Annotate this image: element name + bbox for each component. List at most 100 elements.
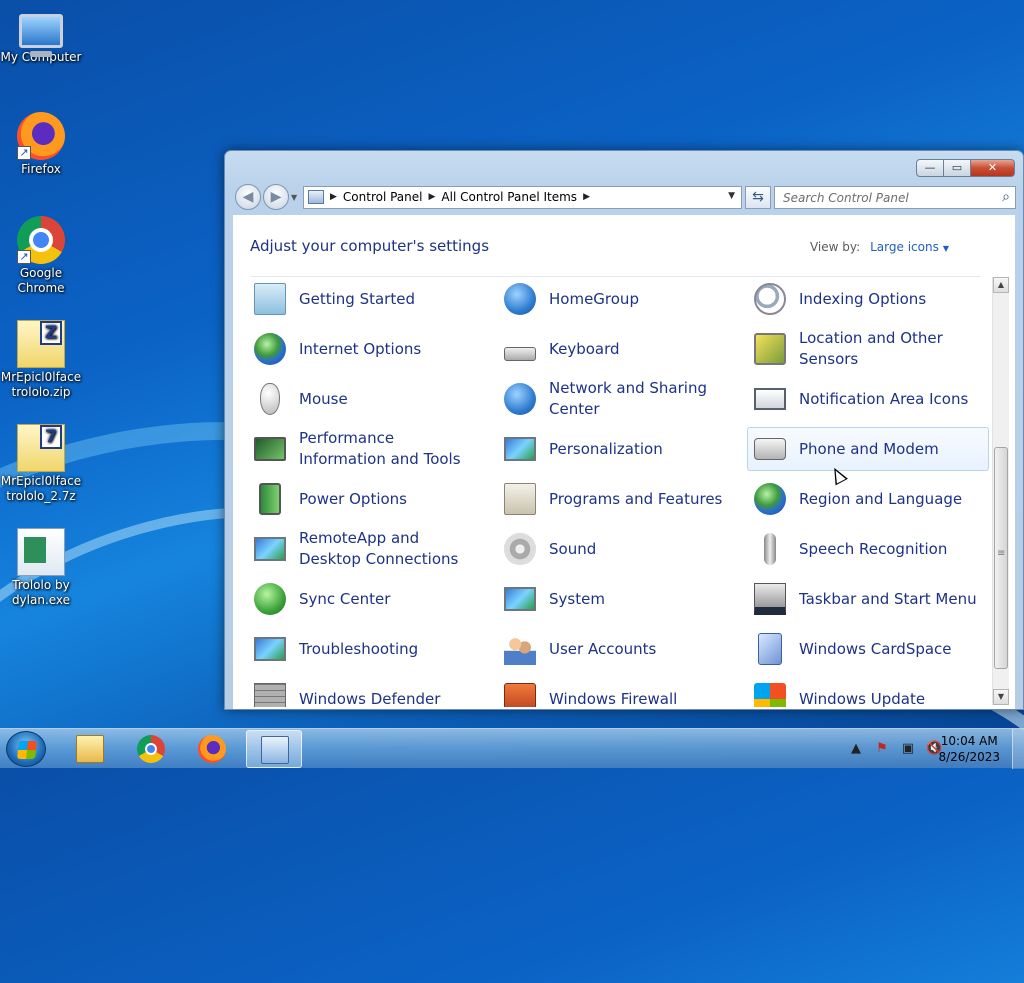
desktop-icon-label: Trololo by dylan.exe — [11, 578, 71, 607]
minimize-button[interactable]: — — [916, 159, 944, 177]
address-bar[interactable]: ▶ Control Panel ▶ All Control Panel Item… — [303, 186, 742, 209]
item-speech-recognition[interactable]: Speech Recognition — [747, 527, 989, 571]
programs-features-icon — [504, 483, 536, 515]
item-keyboard[interactable]: Keyboard — [497, 327, 739, 371]
firefox-icon: ↗ — [17, 112, 65, 160]
item-remoteapp[interactable]: RemoteApp and Desktop Connections — [247, 527, 489, 571]
item-troubleshooting[interactable]: Troubleshooting — [247, 627, 489, 671]
recent-pages-dropdown[interactable]: ▼ — [291, 193, 297, 202]
item-sync-center[interactable]: Sync Center — [247, 577, 489, 621]
item-region-language[interactable]: Region and Language — [747, 477, 989, 521]
item-label: Power Options — [299, 489, 407, 508]
item-user-accounts[interactable]: User Accounts — [497, 627, 739, 671]
item-performance[interactable]: Performance Information and Tools — [247, 427, 489, 471]
phone-modem-icon — [754, 438, 786, 460]
item-personalization[interactable]: Personalization — [497, 427, 739, 471]
item-cardspace[interactable]: Windows CardSpace — [747, 627, 989, 671]
breadcrumb-control-panel[interactable]: Control Panel — [343, 190, 423, 204]
search-box[interactable]: ⌕ — [774, 186, 1016, 209]
network-icon[interactable]: ▣ — [900, 741, 916, 756]
item-label: Getting Started — [299, 289, 415, 308]
desktop-icon-exe[interactable]: Trololo by dylan.exe — [0, 528, 82, 608]
item-label: Personalization — [549, 439, 663, 458]
breadcrumb-chevron-icon[interactable]: ▶ — [583, 192, 590, 202]
personalization-icon — [504, 437, 536, 461]
windows-explorer-icon — [76, 735, 104, 763]
action-center-icon[interactable]: ⚑ — [874, 741, 890, 756]
scroll-down-button[interactable]: ▼ — [993, 689, 1009, 705]
item-windows-firewall[interactable]: Windows Firewall — [497, 677, 739, 707]
shortcut-arrow-icon: ↗ — [17, 146, 31, 160]
item-programs-features[interactable]: Programs and Features — [497, 477, 739, 521]
scroll-up-button[interactable]: ▲ — [993, 277, 1009, 293]
cardspace-icon — [758, 633, 782, 665]
item-taskbar-start-menu[interactable]: Taskbar and Start Menu — [747, 577, 989, 621]
zip-archive-icon: Z — [17, 320, 65, 368]
item-label: User Accounts — [549, 639, 657, 658]
breadcrumb-all-items[interactable]: All Control Panel Items — [441, 190, 577, 204]
item-network-sharing[interactable]: Network and Sharing Center — [497, 377, 739, 421]
item-location-sensors[interactable]: Location and Other Sensors — [747, 327, 989, 371]
performance-icon — [254, 437, 286, 461]
show-desktop-button[interactable] — [1012, 729, 1024, 769]
sound-icon — [504, 533, 536, 565]
taskbar-app-chrome[interactable] — [123, 730, 179, 768]
page-title: Adjust your computer's settings — [250, 237, 490, 255]
view-by-caret-icon[interactable]: ▼ — [943, 244, 949, 253]
show-hidden-icons-icon[interactable]: ▲ — [848, 741, 864, 756]
address-dropdown-icon[interactable]: ▼ — [728, 191, 735, 201]
desktop-icon-zip[interactable]: Z MrEpicl0lface trololo.zip — [0, 320, 82, 400]
item-mouse[interactable]: Mouse — [247, 377, 489, 421]
item-label: HomeGroup — [549, 289, 639, 308]
breadcrumb-chevron-icon[interactable]: ▶ — [429, 192, 436, 202]
desktop-icon-label: Google Chrome — [17, 266, 65, 295]
item-label: Windows Update — [799, 689, 926, 708]
taskbar-app-explorer[interactable] — [62, 730, 118, 768]
item-label: Windows Defender — [299, 689, 441, 708]
refresh-button[interactable]: ⇆ — [745, 186, 771, 209]
breadcrumb: ▶ Control Panel ▶ All Control Panel Item… — [330, 190, 590, 204]
item-internet-options[interactable]: Internet Options — [247, 327, 489, 371]
forward-button[interactable]: ▶ — [263, 184, 289, 210]
item-homegroup[interactable]: HomeGroup — [497, 277, 739, 321]
item-phone-modem[interactable]: Phone and Modem — [747, 427, 989, 471]
clock[interactable]: 10:04 AM 8/26/2023 — [938, 733, 1000, 765]
search-icon[interactable]: ⌕ — [1002, 189, 1010, 205]
back-button[interactable]: ◀ — [235, 184, 261, 210]
indexing-options-icon — [754, 283, 786, 315]
power-options-icon — [259, 483, 281, 515]
start-button[interactable] — [6, 731, 46, 767]
desktop-icon-firefox[interactable]: ↗ Firefox — [0, 112, 82, 177]
close-button[interactable]: ✕ — [971, 159, 1015, 177]
view-by-dropdown[interactable]: Large icons — [870, 240, 939, 254]
taskbar-app-control-panel[interactable] — [246, 730, 302, 768]
item-label: Sound — [549, 539, 597, 558]
chrome-icon: ↗ — [17, 216, 65, 264]
control-panel-window: — ▭ ✕ ◀ ▶ ▼ ▶ Control Panel ▶ All Contro… — [224, 150, 1024, 710]
item-windows-defender[interactable]: Windows Defender — [247, 677, 489, 707]
shortcut-arrow-icon: ↗ — [17, 250, 31, 264]
item-label: Notification Area Icons — [799, 389, 969, 408]
item-power-options[interactable]: Power Options — [247, 477, 489, 521]
system-tray: ▲ ⚑ ▣ 🔇 — [848, 741, 942, 756]
window-controls: — ▭ ✕ — [916, 159, 1015, 177]
taskbar-app-firefox[interactable] — [184, 730, 240, 768]
item-label: Windows CardSpace — [799, 639, 952, 658]
item-getting-started[interactable]: Getting Started — [247, 277, 489, 321]
item-system[interactable]: System — [497, 577, 739, 621]
vertical-scrollbar[interactable]: ▲ ▼ — [992, 277, 1009, 705]
navigation-bar: ◀ ▶ ▼ ▶ Control Panel ▶ All Control Pane… — [233, 184, 1016, 210]
item-notification-area[interactable]: Notification Area Icons — [747, 377, 989, 421]
maximize-button[interactable]: ▭ — [944, 159, 971, 177]
item-sound[interactable]: Sound — [497, 527, 739, 571]
item-windows-update[interactable]: Windows Update — [747, 677, 989, 707]
item-label: Programs and Features — [549, 489, 723, 508]
desktop-icon-chrome[interactable]: ↗ Google Chrome — [0, 216, 82, 296]
desktop-icon-7z[interactable]: 7 MrEpicl0lface trololo_2.7z — [0, 424, 82, 504]
search-input[interactable] — [781, 189, 986, 206]
breadcrumb-chevron-icon[interactable]: ▶ — [330, 192, 337, 202]
scroll-thumb[interactable] — [994, 447, 1008, 669]
notification-area-icon — [754, 388, 786, 410]
desktop-icon-my-computer[interactable]: My Computer — [0, 8, 82, 65]
item-indexing-options[interactable]: Indexing Options — [747, 277, 989, 321]
